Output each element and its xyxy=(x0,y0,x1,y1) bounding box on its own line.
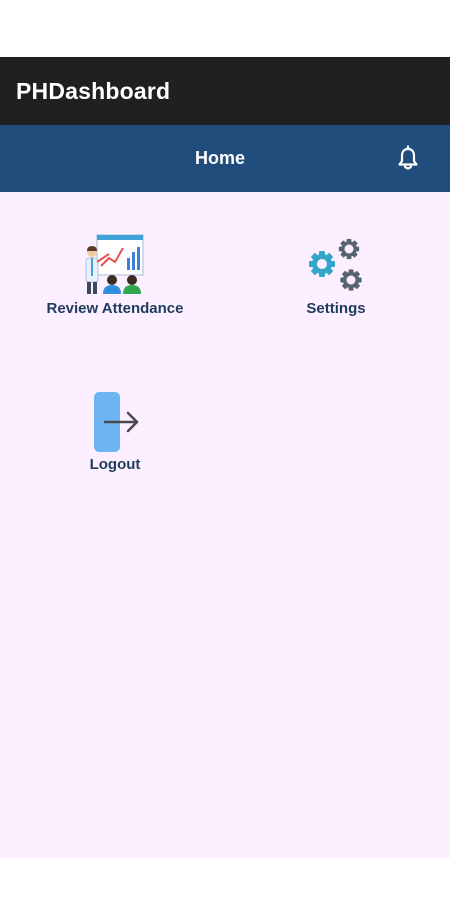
gears-icon xyxy=(309,238,362,291)
review-attendance-tile[interactable]: Review Attendance xyxy=(40,232,190,317)
settings-tile[interactable]: Settings xyxy=(286,236,386,317)
screen: PHDashboard Home Review Attendance Setti… xyxy=(0,0,450,900)
tile-label-review-attendance: Review Attendance xyxy=(46,300,184,317)
logout-icon xyxy=(94,392,139,452)
logout-tile[interactable]: Logout xyxy=(65,390,165,473)
tile-label-logout: Logout xyxy=(89,456,141,473)
nav-bar: Home xyxy=(0,125,450,192)
app-title: PHDashboard xyxy=(16,77,171,104)
bell-icon[interactable] xyxy=(394,145,422,173)
presentation-icon xyxy=(85,234,144,294)
dashboard-grid: Review Attendance Settings Logout xyxy=(0,192,450,858)
page-title: Home xyxy=(194,148,245,168)
tile-label-settings: Settings xyxy=(306,300,366,317)
app-bar: PHDashboard xyxy=(0,57,450,125)
